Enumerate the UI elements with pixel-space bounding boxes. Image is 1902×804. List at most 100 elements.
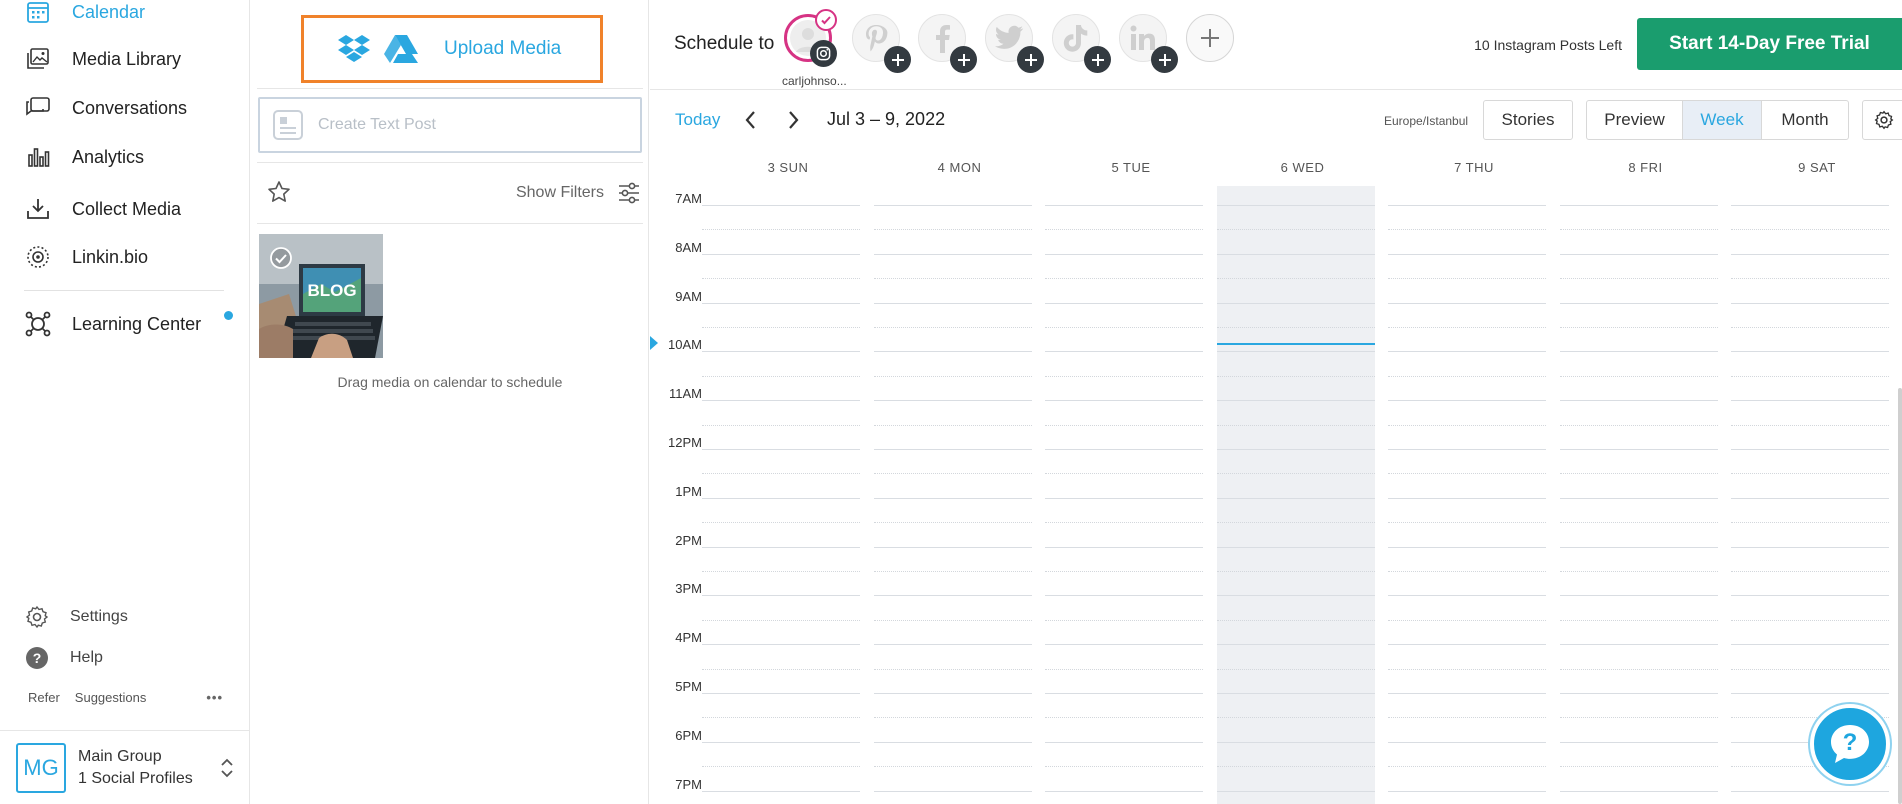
hour-slot[interactable] bbox=[873, 497, 1032, 499]
hour-slot[interactable] bbox=[1559, 644, 1718, 646]
half-hour-slot[interactable] bbox=[1045, 766, 1203, 768]
half-hour-slot[interactable] bbox=[1216, 375, 1375, 377]
hour-slot[interactable] bbox=[1045, 351, 1203, 353]
half-hour-slot[interactable] bbox=[1559, 327, 1718, 328]
half-hour-slot[interactable] bbox=[1559, 229, 1718, 231]
hour-slot[interactable] bbox=[1731, 693, 1889, 694]
half-hour-slot[interactable] bbox=[873, 668, 1032, 670]
hour-slot[interactable] bbox=[1388, 253, 1546, 255]
media-thumbnail[interactable]: BLOG bbox=[259, 234, 383, 358]
half-hour-slot[interactable] bbox=[1731, 522, 1889, 524]
half-hour-slot[interactable] bbox=[1559, 571, 1718, 572]
half-hour-slot[interactable] bbox=[1388, 766, 1546, 768]
hour-slot[interactable] bbox=[1216, 497, 1375, 499]
half-hour-slot[interactable] bbox=[1388, 375, 1546, 377]
sidebar-item-calendar[interactable]: Calendar bbox=[24, 0, 145, 30]
hour-slot[interactable] bbox=[1731, 302, 1889, 304]
half-hour-slot[interactable] bbox=[702, 327, 860, 328]
group-switcher[interactable]: MG Main Group 1 Social Profiles bbox=[0, 730, 250, 804]
half-hour-slot[interactable] bbox=[702, 717, 860, 719]
half-hour-slot[interactable] bbox=[873, 229, 1032, 231]
dropbox-icon[interactable] bbox=[338, 35, 370, 63]
start-free-trial-button[interactable]: Start 14-Day Free Trial bbox=[1637, 18, 1902, 70]
half-hour-slot[interactable] bbox=[1216, 668, 1375, 670]
half-hour-slot[interactable] bbox=[1559, 619, 1718, 621]
hour-slot[interactable] bbox=[1731, 644, 1889, 646]
suggestions-link[interactable]: Suggestions bbox=[75, 690, 147, 705]
facebook-profile[interactable] bbox=[918, 14, 977, 73]
hour-slot[interactable] bbox=[873, 449, 1032, 450]
hour-slot[interactable] bbox=[702, 644, 860, 646]
hour-slot[interactable] bbox=[873, 741, 1032, 743]
hour-slot[interactable] bbox=[702, 205, 860, 206]
half-hour-slot[interactable] bbox=[1559, 522, 1718, 524]
hour-slot[interactable] bbox=[702, 790, 860, 792]
hour-slot[interactable] bbox=[1216, 741, 1375, 743]
hour-slot[interactable] bbox=[1388, 449, 1546, 450]
hour-slot[interactable] bbox=[1216, 595, 1375, 597]
upload-media-button[interactable]: Upload Media bbox=[301, 15, 603, 83]
hour-slot[interactable] bbox=[873, 205, 1032, 206]
half-hour-slot[interactable] bbox=[1045, 229, 1203, 231]
half-hour-slot[interactable] bbox=[1731, 327, 1889, 328]
half-hour-slot[interactable] bbox=[1731, 571, 1889, 572]
hour-slot[interactable] bbox=[1731, 595, 1889, 597]
hour-slot[interactable] bbox=[873, 546, 1032, 548]
hour-slot[interactable] bbox=[1388, 351, 1546, 353]
calendar-settings-button[interactable] bbox=[1862, 100, 1902, 140]
half-hour-slot[interactable] bbox=[1559, 668, 1718, 670]
half-hour-slot[interactable] bbox=[1216, 619, 1375, 621]
half-hour-slot[interactable] bbox=[873, 766, 1032, 768]
stories-button[interactable]: Stories bbox=[1483, 100, 1573, 140]
half-hour-slot[interactable] bbox=[1559, 473, 1718, 475]
hour-slot[interactable] bbox=[1731, 205, 1889, 206]
hour-slot[interactable] bbox=[1388, 693, 1546, 694]
tiktok-profile[interactable] bbox=[1052, 14, 1111, 73]
half-hour-slot[interactable] bbox=[1388, 571, 1546, 572]
hour-slot[interactable] bbox=[873, 400, 1032, 402]
hour-slot[interactable] bbox=[1559, 595, 1718, 597]
month-view-button[interactable]: Month bbox=[1761, 100, 1849, 140]
sidebar-item-media-library[interactable]: Media Library bbox=[24, 41, 181, 77]
timezone-label[interactable]: Europe/Istanbul bbox=[1384, 114, 1468, 128]
hour-slot[interactable] bbox=[1045, 595, 1203, 597]
half-hour-slot[interactable] bbox=[1388, 619, 1546, 621]
pinterest-profile[interactable] bbox=[852, 14, 911, 73]
half-hour-slot[interactable] bbox=[1045, 717, 1203, 719]
hour-slot[interactable] bbox=[873, 693, 1032, 694]
hour-slot[interactable] bbox=[702, 497, 860, 499]
chevron-right-icon[interactable] bbox=[785, 109, 801, 131]
hour-slot[interactable] bbox=[873, 790, 1032, 792]
half-hour-slot[interactable] bbox=[1388, 668, 1546, 670]
hour-slot[interactable] bbox=[702, 595, 860, 597]
half-hour-slot[interactable] bbox=[873, 619, 1032, 621]
hour-slot[interactable] bbox=[1216, 693, 1375, 694]
hour-slot[interactable] bbox=[1559, 693, 1718, 694]
half-hour-slot[interactable] bbox=[873, 522, 1032, 524]
half-hour-slot[interactable] bbox=[1559, 278, 1718, 280]
calendar-week-grid[interactable]: 7AM 8AM 9AM 10AM 11AM 12PM 1PM 2PM 3PM 4PM 5PM 6PM 7… bbox=[650, 186, 1902, 804]
half-hour-slot[interactable] bbox=[1216, 522, 1375, 524]
hour-slot[interactable] bbox=[1388, 546, 1546, 548]
hour-slot[interactable] bbox=[1045, 741, 1203, 743]
sidebar-item-settings[interactable]: Settings bbox=[24, 604, 128, 630]
hour-slot[interactable] bbox=[1388, 497, 1546, 499]
hour-slot[interactable] bbox=[1216, 351, 1375, 353]
hour-slot[interactable] bbox=[702, 546, 860, 548]
half-hour-slot[interactable] bbox=[1388, 278, 1546, 280]
half-hour-slot[interactable] bbox=[1388, 522, 1546, 524]
sidebar-item-conversations[interactable]: Conversations bbox=[24, 90, 187, 126]
half-hour-slot[interactable] bbox=[702, 571, 860, 572]
half-hour-slot[interactable] bbox=[1045, 668, 1203, 670]
hour-slot[interactable] bbox=[1731, 497, 1889, 499]
hour-slot[interactable] bbox=[873, 351, 1032, 353]
half-hour-slot[interactable] bbox=[1388, 229, 1546, 231]
create-text-post-input[interactable]: Create Text Post bbox=[258, 97, 642, 153]
google-drive-icon[interactable] bbox=[384, 35, 418, 63]
hour-slot[interactable] bbox=[1559, 400, 1718, 402]
half-hour-slot[interactable] bbox=[1216, 717, 1375, 719]
hour-slot[interactable] bbox=[1216, 790, 1375, 792]
half-hour-slot[interactable] bbox=[1045, 327, 1203, 328]
half-hour-slot[interactable] bbox=[1045, 473, 1203, 475]
hour-slot[interactable] bbox=[873, 253, 1032, 255]
